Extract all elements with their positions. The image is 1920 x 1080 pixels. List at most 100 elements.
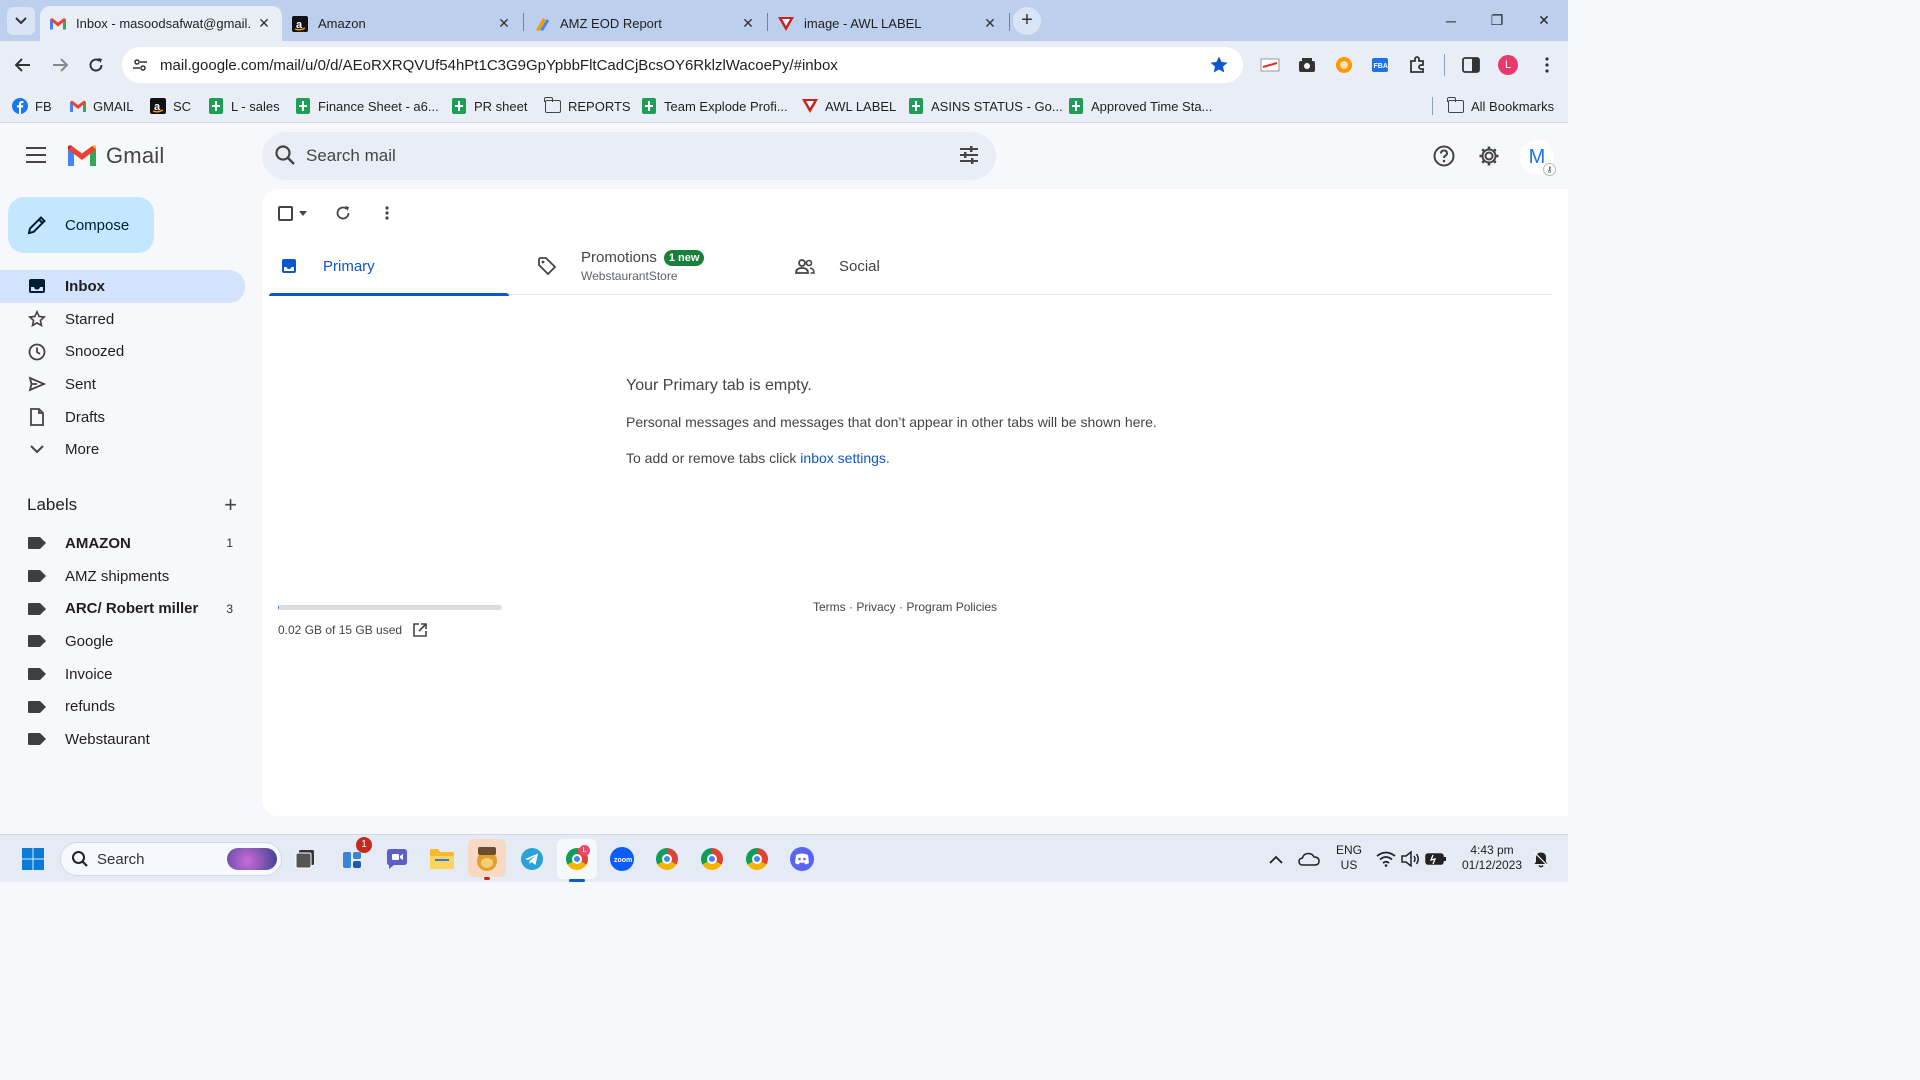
extension-icon[interactable]: FBA [1369, 54, 1391, 76]
gmail-logo[interactable]: Gmail [66, 143, 164, 169]
bookmark-sc[interactable]: a SC [150, 95, 191, 117]
nav-sent[interactable]: Sent [0, 368, 245, 401]
close-icon[interactable]: ✕ [740, 15, 756, 32]
bookmark-awl-label[interactable]: AWL LABEL [802, 95, 896, 117]
widgets-icon[interactable]: 1 [338, 837, 372, 873]
help-icon[interactable] [1432, 144, 1456, 168]
taskbar-search-input[interactable] [97, 850, 217, 868]
chrome-profile-icon[interactable] [653, 845, 681, 873]
bookmark-finance-sheet[interactable]: Finance Sheet - a6... [295, 95, 439, 117]
label-webstaurant[interactable]: Webstaurant [0, 723, 245, 756]
browser-tab-amazon[interactable]: a Amazon ✕ [282, 6, 522, 41]
nav-drafts[interactable]: Drafts [0, 401, 245, 434]
bookmark-pr-sheet[interactable]: PR sheet [451, 95, 527, 117]
search-options-icon[interactable] [958, 144, 980, 171]
compose-button[interactable]: Compose [8, 197, 154, 253]
browser-tab-amz-eod-report[interactable]: AMZ EOD Report ✕ [524, 6, 766, 41]
label-amazon[interactable]: AMAZON 1 [0, 527, 245, 560]
external-link-icon[interactable] [412, 622, 428, 638]
back-button[interactable] [8, 50, 38, 80]
windows-start-icon[interactable] [19, 845, 47, 873]
telegram-icon[interactable] [518, 845, 546, 873]
account-avatar[interactable]: M ⚷ [1520, 140, 1556, 176]
reload-button[interactable] [81, 50, 111, 80]
profile-avatar[interactable]: L [1497, 54, 1519, 76]
close-icon[interactable]: ✕ [256, 15, 272, 32]
clock[interactable]: 4:43 pm 01/12/2023 [1455, 843, 1529, 873]
inbox-settings-link[interactable]: inbox settings [800, 450, 886, 466]
language-indicator[interactable]: ENG US [1331, 843, 1367, 873]
program-policies-link[interactable]: Program Policies [906, 600, 997, 614]
bookmark-l-sales[interactable]: L - sales [208, 95, 280, 117]
file-explorer-icon[interactable] [428, 845, 456, 873]
close-icon[interactable]: ✕ [496, 15, 512, 32]
restore-button[interactable]: ❐ [1474, 0, 1520, 41]
bookmark-team-explode[interactable]: Team Explode Profi... [641, 95, 788, 117]
bookmark-approved-time[interactable]: Approved Time Sta... [1068, 95, 1212, 117]
chevron-up-icon[interactable] [1262, 845, 1290, 873]
terms-link[interactable]: Terms [813, 600, 846, 614]
search-bar[interactable] [262, 132, 996, 180]
pinned-app-icon[interactable] [468, 839, 506, 880]
nav-starred[interactable]: Starred [0, 303, 245, 336]
browser-tab-gmail[interactable]: Inbox - masoodsafwat@gmail. ✕ [40, 6, 282, 41]
browser-menu-icon[interactable] [1536, 54, 1558, 76]
extension-icon[interactable] [1333, 54, 1355, 76]
chrome-profile-icon[interactable] [743, 845, 771, 873]
send-icon [27, 374, 47, 394]
window-close-button[interactable]: ✕ [1521, 0, 1567, 41]
tab-primary[interactable]: Primary [269, 237, 509, 296]
search-icon[interactable] [274, 144, 296, 171]
main-menu-button[interactable] [22, 143, 50, 167]
tab-search-button[interactable] [7, 7, 35, 35]
all-bookmarks[interactable]: All Bookmarks [1447, 95, 1554, 117]
privacy-link[interactable]: Privacy [856, 600, 895, 614]
taskbar-search[interactable] [60, 842, 282, 876]
new-tab-button[interactable]: + [1013, 7, 1041, 35]
tab-promotions[interactable]: Promotions 1 new WebstaurantStore [527, 237, 767, 295]
bookmark-fb[interactable]: FB [12, 95, 52, 117]
extension-icon[interactable] [1259, 54, 1281, 76]
discord-icon[interactable] [788, 845, 816, 873]
minimize-button[interactable]: ─ [1428, 0, 1474, 41]
task-view-icon[interactable] [291, 845, 319, 873]
nav-inbox[interactable]: Inbox [0, 270, 245, 303]
label-arc-robert-miller[interactable]: ARC/ Robert miller 3 [0, 592, 245, 625]
more-actions-button[interactable] [385, 206, 389, 220]
browser-tab-awl-label[interactable]: image - AWL LABEL ✕ [768, 6, 1008, 41]
notifications-bell-icon[interactable] [1527, 845, 1555, 873]
address-bar[interactable]: mail.google.com/mail/u/0/d/AEoRXRQVUf54h… [122, 47, 1243, 83]
close-icon[interactable]: ✕ [982, 15, 998, 32]
site-info-icon[interactable] [132, 57, 148, 78]
teams-chat-icon[interactable] [383, 845, 411, 873]
chrome-active-icon[interactable]: L [557, 839, 597, 882]
label-refunds[interactable]: refunds [0, 690, 245, 723]
bookmark-gmail[interactable]: GMAIL [70, 95, 133, 117]
zoom-icon[interactable]: zoom [608, 845, 636, 873]
forward-button[interactable] [45, 50, 75, 80]
side-panel-icon[interactable] [1460, 54, 1482, 76]
onedrive-cloud-icon[interactable] [1295, 845, 1323, 873]
extension-icon[interactable] [1296, 54, 1318, 76]
label-amz-shipments[interactable]: AMZ shipments [0, 560, 245, 593]
refresh-button[interactable] [335, 205, 351, 221]
label-google[interactable]: Google [0, 625, 245, 658]
search-highlight-image [227, 848, 277, 870]
nav-more[interactable]: More [0, 433, 245, 466]
tab-social[interactable]: Social [785, 237, 1025, 295]
bookmark-asins-status[interactable]: ASINS STATUS - Go... [908, 95, 1063, 117]
nav-snoozed[interactable]: Snoozed [0, 335, 245, 368]
battery-icon[interactable] [1422, 845, 1450, 873]
star-icon [27, 309, 47, 329]
wifi-icon[interactable] [1372, 845, 1400, 873]
add-label-button[interactable]: + [224, 494, 237, 516]
bookmark-star-icon[interactable] [1209, 55, 1229, 80]
volume-icon[interactable] [1397, 845, 1425, 873]
settings-gear-icon[interactable] [1477, 144, 1501, 168]
puzzle-icon[interactable] [1406, 54, 1428, 76]
label-invoice[interactable]: Invoice [0, 658, 245, 691]
bookmark-reports[interactable]: REPORTS [544, 95, 631, 117]
chrome-profile-icon[interactable] [698, 845, 726, 873]
select-all-checkbox[interactable] [278, 205, 307, 221]
search-input[interactable] [306, 146, 906, 166]
